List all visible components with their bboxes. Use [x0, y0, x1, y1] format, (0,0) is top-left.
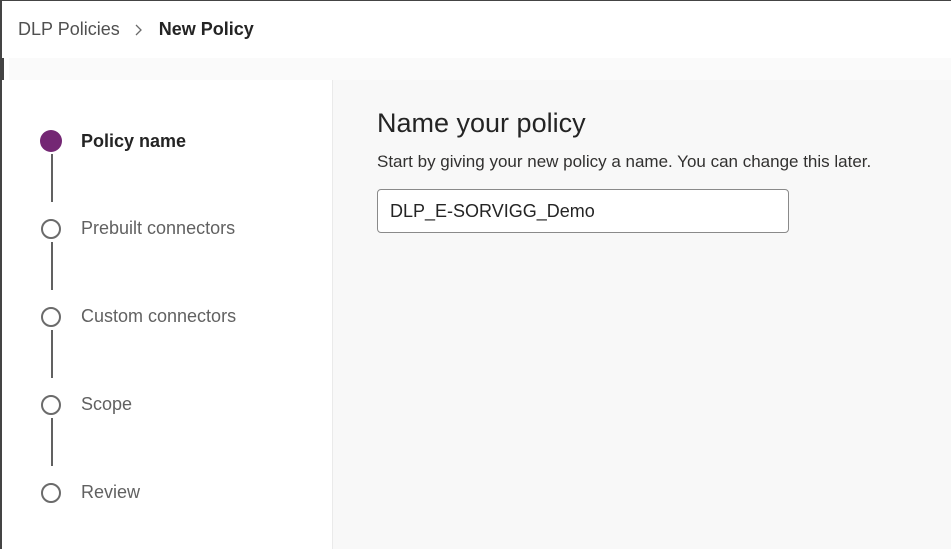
- policy-name-content: Name your policy Start by giving your ne…: [333, 80, 951, 549]
- page-description: Start by giving your new policy a name. …: [377, 152, 872, 171]
- step-active-indicator: [40, 130, 62, 152]
- step-connector: [51, 154, 53, 202]
- step-custom-connectors[interactable]: Custom connectors: [41, 306, 236, 327]
- step-indicator: [41, 218, 61, 239]
- step-review[interactable]: Review: [41, 482, 140, 503]
- step-scope[interactable]: Scope: [41, 394, 132, 415]
- step-indicator: [41, 394, 61, 415]
- step-connector: [51, 330, 53, 378]
- page-title: Name your policy: [377, 108, 586, 138]
- header-shadow: [2, 58, 951, 80]
- step-connector: [51, 418, 53, 466]
- step-indicator: [41, 482, 61, 503]
- step-label: Custom connectors: [81, 306, 237, 326]
- left-edge: [2, 58, 9, 80]
- step-indicator: [41, 306, 61, 327]
- step-label: Prebuilt connectors: [81, 218, 236, 238]
- step-connector: [51, 242, 53, 290]
- breadcrumb-dlp-policies-link[interactable]: DLP Policies: [18, 19, 120, 40]
- policy-name-input[interactable]: [377, 189, 789, 233]
- wizard-steps-panel: Policy name Prebuilt connectors Custom c…: [7, 80, 333, 549]
- breadcrumb-current-page: New Policy: [158, 19, 254, 39]
- breadcrumb: DLP Policies New Policy: [2, 19, 254, 40]
- step-label: Review: [81, 482, 141, 502]
- step-policy-name[interactable]: Policy name: [40, 130, 187, 152]
- step-label: Policy name: [81, 130, 187, 151]
- page-header: DLP Policies New Policy: [2, 1, 951, 59]
- step-prebuilt-connectors[interactable]: Prebuilt connectors: [41, 218, 235, 239]
- chevron-right-icon: [135, 24, 142, 35]
- step-label: Scope: [81, 394, 133, 414]
